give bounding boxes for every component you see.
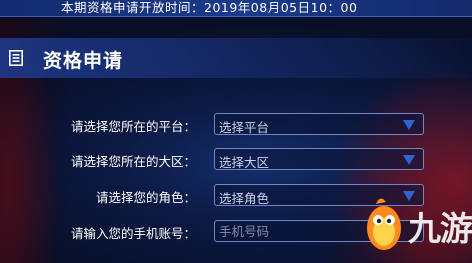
watermark: 九游 <box>356 192 472 262</box>
platform-label: 请选择您所在的平台： <box>70 119 196 134</box>
region-row: 请选择您所在的大区： 选择大区 <box>0 148 472 172</box>
mascot-logo-icon <box>367 198 401 250</box>
phone-label: 请输入您的手机账号： <box>70 226 196 241</box>
role-label: 请选择您的角色： <box>95 190 196 205</box>
document-list-icon <box>9 50 23 66</box>
role-select-value: 选择角色 <box>219 191 270 206</box>
region-select-value: 选择大区 <box>219 155 270 170</box>
chevron-down-icon <box>403 120 415 130</box>
chevron-down-icon <box>403 155 415 165</box>
application-open-time: 本期资格申请开放时间：2019年08月05日10：00 <box>61 0 358 15</box>
platform-select-value: 选择平台 <box>219 120 270 135</box>
watermark-text: 九游 <box>408 209 472 248</box>
platform-row: 请选择您所在的平台： 选择平台 <box>0 113 472 137</box>
region-select[interactable]: 选择大区 <box>214 148 424 170</box>
notice-bar: 本期资格申请开放时间：2019年08月05日10：00 <box>0 0 472 17</box>
region-label: 请选择您所在的大区： <box>70 154 196 169</box>
section-header: 资格申请 <box>0 38 472 78</box>
section-title: 资格申请 <box>43 50 124 72</box>
platform-select[interactable]: 选择平台 <box>214 113 424 135</box>
